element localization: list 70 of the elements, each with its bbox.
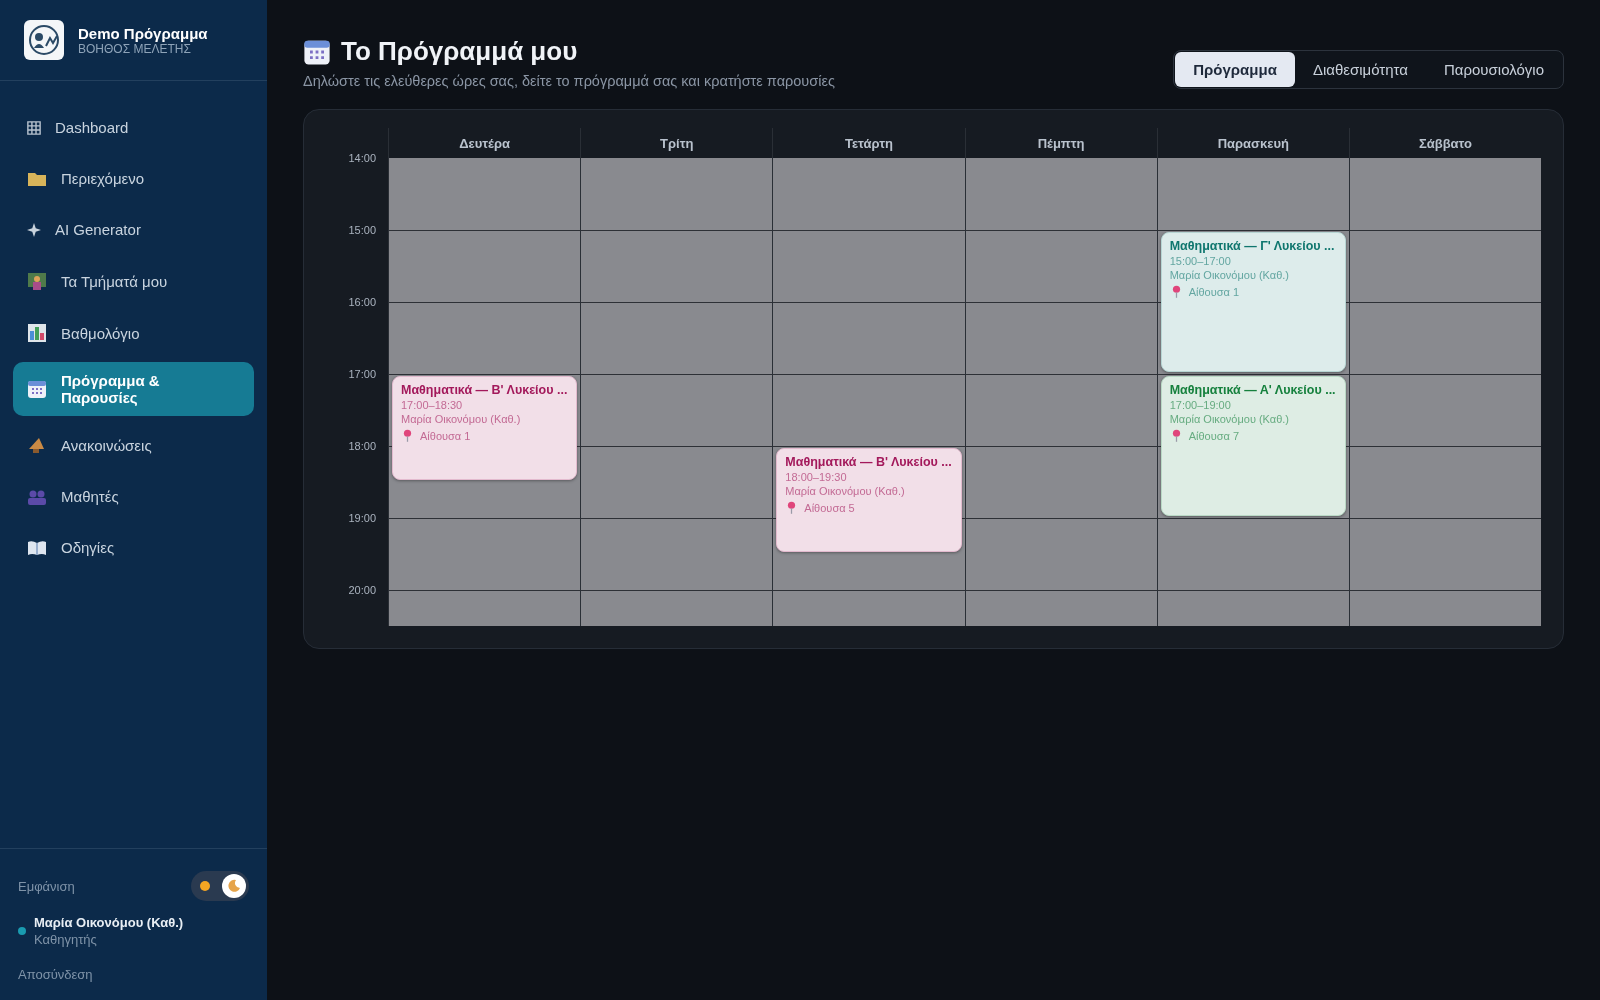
tab[interactable]: Διαθεσιμότητα xyxy=(1294,52,1426,87)
tab[interactable]: Παρουσιολόγιο xyxy=(1425,52,1562,87)
nav-item[interactable]: Περιεχόμενο xyxy=(13,156,254,201)
event-title: Μαθηματικά — Β' Λυκείου ... xyxy=(785,455,953,469)
hour-label: 17:00 xyxy=(348,368,376,380)
hour-label: 20:00 xyxy=(348,584,376,596)
classroom-icon xyxy=(27,271,47,291)
app-subtitle: ΒΟΗΘΟΣ ΜΕΛΕΤΗΣ xyxy=(78,41,191,56)
event-teacher: Μαρία Οικονόμου (Καθ.) xyxy=(401,413,522,425)
logout-link[interactable]: Αποσύνδεση xyxy=(18,961,93,982)
event-title: Μαθηματικά — Β' Λυκείου ... xyxy=(401,383,569,397)
day-heading: Σάββατο xyxy=(1418,135,1472,151)
hour-label: 19:00 xyxy=(348,512,376,524)
people-icon xyxy=(27,488,47,505)
event-card[interactable]: Μαθηματικά — Α' Λυκείου ... 17:00–19:00 Μαρία Οικονόμου (Καθ.) Αίθουσα 7 xyxy=(1160,376,1346,516)
page-subtitle: Δηλώστε τις ελεύθερες ώρες σας, δείτε το πρόγραμμά σας και κρατήστε παρουσίες xyxy=(303,73,835,89)
event-card[interactable]: Μαθηματικά — Γ' Λυκείου ... 15:00–17:00 Μαρία Οικονόμου (Καθ.) Αίθουσα 1 xyxy=(1160,232,1346,372)
app-title: Demo Πρόγραμμα xyxy=(78,24,208,42)
event-room: Αίθουσα 5 xyxy=(804,501,855,514)
logo-icon xyxy=(24,20,64,60)
calendar-icon xyxy=(27,379,47,399)
tab[interactable]: Πρόγραμμα xyxy=(1175,52,1295,87)
event-time: 18:00–19:30 xyxy=(785,471,848,483)
day-heading: Τετάρτη xyxy=(844,135,893,151)
event-title: Μαθηματικά — Α' Λυκείου ... xyxy=(1169,383,1337,397)
day-heading: Πέμπτη xyxy=(1037,135,1085,151)
book-icon xyxy=(27,539,47,556)
pin-icon xyxy=(1171,429,1181,442)
hour-label: 15:00 xyxy=(348,224,376,236)
status-dot xyxy=(18,927,26,935)
moon-icon xyxy=(227,879,241,893)
page-title: Το Πρόγραμμά μου xyxy=(341,36,578,67)
hour-label: 16:00 xyxy=(348,296,376,308)
event-room: Αίθουσα 7 xyxy=(1188,429,1240,442)
nav-item[interactable]: Dashboard xyxy=(13,105,254,150)
event-title: Μαθηματικά — Γ' Λυκείου ... xyxy=(1169,239,1336,253)
grid-icon xyxy=(27,120,41,135)
theme-toggle[interactable] xyxy=(191,871,249,901)
user-name: Μαρία Οικονόμου (Καθ.) xyxy=(34,915,184,930)
event-card[interactable]: Μαθηματικά — Β' Λυκείου ... 18:00–19:30 Μαρία Οικονόμου (Καθ.) Αίθουσα 5 xyxy=(776,448,962,552)
day-heading: Τρίτη xyxy=(660,135,694,151)
nav-item[interactable]: Βαθμολόγιο xyxy=(13,310,254,356)
nav-item[interactable]: Πρόγραμμα & Παρουσίες xyxy=(13,362,254,416)
user-role: Καθηγητής xyxy=(34,932,98,947)
event-card[interactable]: Μαθηματικά — Β' Λυκείου ... 17:00–18:30 Μαρία Οικονόμου (Καθ.) Αίθουσα 1 xyxy=(392,376,578,480)
sun-icon xyxy=(199,880,211,892)
nav-item[interactable]: Μαθητές xyxy=(13,474,254,519)
nav-item[interactable]: AI Generator xyxy=(13,207,254,252)
event-time: 15:00–17:00 xyxy=(1169,255,1232,267)
event-room: Αίθουσα 1 xyxy=(420,429,471,442)
event-teacher: Μαρία Οικονόμου (Καθ.) xyxy=(1169,413,1291,425)
event-time: 17:00–19:00 xyxy=(1169,399,1232,411)
event-teacher: Μαρία Οικονόμου (Καθ.) xyxy=(1169,269,1291,281)
nav-item[interactable]: Ανακοινώσεις xyxy=(13,422,254,468)
pin-icon xyxy=(787,501,797,514)
day-heading: Δευτέρα xyxy=(459,135,510,151)
event-time: 17:00–18:30 xyxy=(401,399,464,411)
hour-label: 18:00 xyxy=(348,440,376,452)
nav-item[interactable]: Τα Τμήματά μου xyxy=(13,258,254,304)
folder-icon xyxy=(27,170,47,187)
bar-chart-icon xyxy=(27,323,47,343)
nav-item[interactable]: Οδηγίες xyxy=(13,525,254,570)
appearance-label: Εμφάνιση xyxy=(18,878,75,894)
sparkle-icon xyxy=(27,222,41,237)
event-room: Αίθουσα 1 xyxy=(1188,285,1240,298)
day-heading: Παρασκευή xyxy=(1217,135,1289,151)
hour-label: 14:00 xyxy=(348,152,376,164)
event-teacher: Μαρία Οικονόμου (Καθ.) xyxy=(785,485,906,497)
pin-icon xyxy=(1171,285,1181,298)
pin-icon xyxy=(403,429,412,442)
